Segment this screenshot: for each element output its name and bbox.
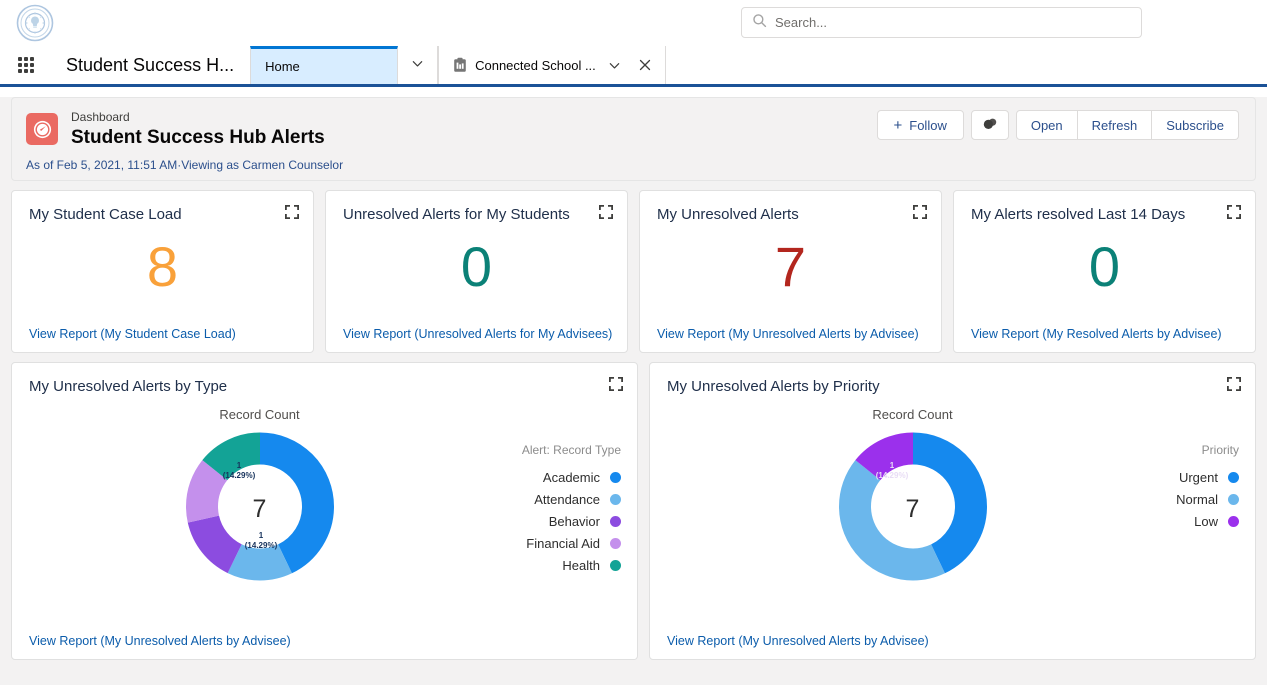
legend-label: Normal xyxy=(1176,491,1218,507)
widget-my-unresolved-alerts: My Unresolved Alerts 7 View Report (My U… xyxy=(639,190,942,353)
widget-unresolved-alerts-for-my-students: Unresolved Alerts for My Students 0 View… xyxy=(325,190,628,353)
tab-home-dropdown-button[interactable] xyxy=(398,46,439,84)
follow-button-label: Follow xyxy=(909,117,947,133)
search-icon xyxy=(752,13,767,33)
search-placeholder-text: Search... xyxy=(775,15,828,30)
widget-title: My Unresolved Alerts by Type xyxy=(29,378,228,395)
page-title: Student Success Hub Alerts xyxy=(71,127,325,148)
legend-swatch xyxy=(1228,493,1239,505)
search-input[interactable]: Search... xyxy=(741,7,1142,38)
dashboard-eyebrow: Dashboard xyxy=(71,110,130,124)
clipboard-icon xyxy=(453,57,467,73)
display-density-icon xyxy=(982,117,998,134)
app-name-label[interactable]: Student Success H... xyxy=(52,46,250,84)
dashboard-action-button-group: Open Refresh Subscribe xyxy=(1015,110,1239,140)
legend-item-urgent[interactable]: Urgent xyxy=(1176,466,1239,488)
donut-chart-type: Record Count 7 1 (14.29%) 1 (14.29%) Ale… xyxy=(12,397,637,623)
legend-title: Alert: Record Type xyxy=(521,443,621,457)
chart-measure-label: Record Count xyxy=(219,407,300,422)
tab-connected-school-label: Connected School ... xyxy=(475,57,596,73)
chart-measure-label: Record Count xyxy=(872,407,953,422)
plus-icon: + xyxy=(893,116,903,134)
legend-label: Financial Aid xyxy=(526,535,600,551)
legend-item-financial-aid[interactable]: Financial Aid xyxy=(522,532,621,554)
expand-icon[interactable] xyxy=(598,204,614,220)
global-header: Search... xyxy=(0,0,1267,46)
legend-swatch xyxy=(610,537,621,549)
donut-graphic: 7 1 (14.29%) 1 (14.29%) xyxy=(182,429,337,589)
metric-value: 8 xyxy=(146,235,179,298)
expand-icon[interactable] xyxy=(912,204,928,220)
university-seal-logo[interactable] xyxy=(14,2,56,44)
app-launcher-button[interactable] xyxy=(0,46,52,84)
widget-my-alerts-resolved-last-14-days: My Alerts resolved Last 14 Days 0 View R… xyxy=(953,190,1256,353)
view-report-link[interactable]: View Report (My Resolved Alerts by Advis… xyxy=(971,327,1222,341)
legend-title: Priority xyxy=(1201,443,1239,457)
legend-label: Attendance xyxy=(534,491,600,507)
widget-title: My Alerts resolved Last 14 Days xyxy=(971,206,1186,223)
refresh-button[interactable]: Refresh xyxy=(1077,110,1153,140)
widget-my-unresolved-alerts-by-type: My Unresolved Alerts by Type Record Coun… xyxy=(11,362,638,660)
follow-button[interactable]: + Follow xyxy=(876,110,964,140)
tab-connected-school-dropdown-icon[interactable] xyxy=(608,59,621,72)
chart-legend-type: Alert: Record Type Academic Attendance B… xyxy=(522,443,621,576)
view-report-link[interactable]: View Report (My Unresolved Alerts by Adv… xyxy=(29,634,291,648)
chart-legend-priority: Priority Urgent Normal Low xyxy=(1176,443,1239,532)
metric-widget-row: My Student Case Load 8 View Report (My S… xyxy=(11,190,1256,353)
display-density-button[interactable] xyxy=(970,110,1009,140)
dashboard-page-body: Dashboard Student Success Hub Alerts As … xyxy=(0,97,1267,685)
tab-home-label: Home xyxy=(265,59,300,74)
global-search-wrapper[interactable]: Search... xyxy=(741,7,1142,38)
legend-item-normal[interactable]: Normal xyxy=(1176,488,1239,510)
chevron-down-icon xyxy=(411,57,424,73)
view-report-link[interactable]: View Report (My Unresolved Alerts by Adv… xyxy=(667,634,929,648)
legend-label: Academic xyxy=(542,469,600,485)
legend-label: Urgent xyxy=(1178,469,1218,485)
tab-connected-school[interactable]: Connected School ... xyxy=(438,46,666,84)
donut-chart-priority: Record Count 7 1 (14.29%) Priority Urgen… xyxy=(650,397,1255,623)
widget-title: Unresolved Alerts for My Students xyxy=(343,206,570,223)
legend-swatch xyxy=(610,493,621,505)
legend-item-academic[interactable]: Academic xyxy=(522,466,621,488)
legend-swatch xyxy=(1228,515,1239,527)
dashboard-header: Dashboard Student Success Hub Alerts As … xyxy=(11,97,1256,181)
legend-label: Low xyxy=(1194,513,1218,529)
legend-swatch xyxy=(610,471,621,483)
legend-swatch xyxy=(1228,471,1239,483)
widget-my-student-case-load: My Student Case Load 8 View Report (My S… xyxy=(11,190,314,353)
dashboard-subtitle: As of Feb 5, 2021, 11:51 AM·Viewing as C… xyxy=(26,158,344,172)
legend-item-behavior[interactable]: Behavior xyxy=(522,510,621,532)
legend-label: Behavior xyxy=(548,513,600,529)
legend-label: Health xyxy=(562,557,600,573)
expand-icon[interactable] xyxy=(284,204,300,220)
widget-title: My Unresolved Alerts xyxy=(657,206,799,223)
view-report-link[interactable]: View Report (Unresolved Alerts for My Ad… xyxy=(343,327,612,341)
legend-item-low[interactable]: Low xyxy=(1176,510,1239,532)
expand-icon[interactable] xyxy=(608,376,624,392)
widget-title: My Unresolved Alerts by Priority xyxy=(667,378,880,395)
view-report-link[interactable]: View Report (My Unresolved Alerts by Adv… xyxy=(657,327,919,341)
metric-value: 0 xyxy=(1088,235,1121,298)
dashboard-gauge-icon xyxy=(26,113,58,145)
widget-my-unresolved-alerts-by-priority: My Unresolved Alerts by Priority Record … xyxy=(649,362,1256,660)
subscribe-button[interactable]: Subscribe xyxy=(1152,110,1239,140)
donut-graphic: 7 1 (14.29%) xyxy=(835,429,990,589)
metric-value: 7 xyxy=(774,235,807,298)
expand-icon[interactable] xyxy=(1226,376,1242,392)
legend-swatch xyxy=(610,559,621,571)
app-navigation-bar: Student Success H... Home Connected Scho… xyxy=(0,46,1267,87)
dashboard-actions: + Follow Open Refresh Subscribe xyxy=(876,110,1239,140)
tab-close-icon[interactable] xyxy=(639,59,651,71)
legend-item-health[interactable]: Health xyxy=(522,554,621,576)
widget-title: My Student Case Load xyxy=(29,206,182,223)
view-report-link[interactable]: View Report (My Student Case Load) xyxy=(29,327,236,341)
tab-home[interactable]: Home xyxy=(250,46,399,84)
legend-item-attendance[interactable]: Attendance xyxy=(522,488,621,510)
expand-icon[interactable] xyxy=(1226,204,1242,220)
app-launcher-grid-icon xyxy=(18,57,34,73)
chart-widget-row: My Unresolved Alerts by Type Record Coun… xyxy=(11,362,1256,660)
metric-value: 0 xyxy=(460,235,493,298)
open-button[interactable]: Open xyxy=(1015,110,1078,140)
legend-swatch xyxy=(610,515,621,527)
